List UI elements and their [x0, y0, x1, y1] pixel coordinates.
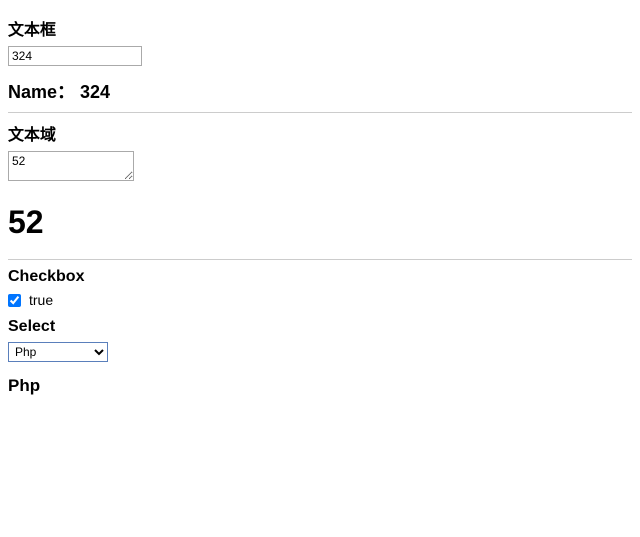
select-input[interactable]: Php	[8, 342, 108, 362]
divider	[8, 112, 632, 113]
select-heading: Select	[8, 318, 632, 336]
text-input-heading: 文本框	[8, 16, 632, 40]
textarea-heading: 文本域	[8, 121, 632, 145]
checkbox-input[interactable]	[8, 294, 21, 307]
text-input[interactable]	[8, 46, 142, 66]
checkbox-label: true	[29, 292, 53, 308]
text-input-output-value: 324	[80, 82, 110, 102]
textarea-output: 52	[8, 204, 632, 241]
checkbox-heading: Checkbox	[8, 268, 632, 286]
divider	[8, 259, 632, 260]
text-input-output: Name： 324	[8, 78, 632, 104]
text-input-output-prefix: Name：	[8, 82, 80, 102]
textarea-input[interactable]: 52	[8, 151, 134, 181]
select-output: Php	[8, 376, 632, 396]
